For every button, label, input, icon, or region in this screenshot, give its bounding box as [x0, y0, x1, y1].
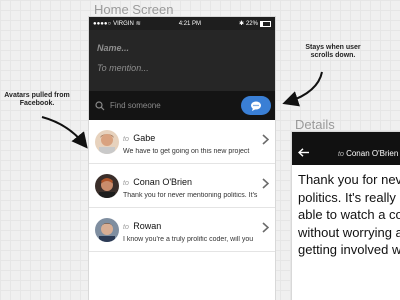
- details-screen-phone: to Conan O'Brien Thank you for never pol…: [292, 132, 400, 300]
- message-line: without worrying ab: [298, 224, 400, 240]
- to-label: to: [338, 151, 344, 158]
- contact-name: Conan O'Brien: [346, 149, 399, 158]
- message-body: Thank you for never politics. It's reall…: [292, 165, 400, 265]
- message-line: politics. It's really n: [298, 189, 400, 205]
- message-line: Thank you for never: [298, 172, 400, 187]
- avatars-arrow: [41, 116, 88, 149]
- message-line: able to watch a co: [298, 207, 400, 223]
- back-arrow-icon[interactable]: [298, 148, 310, 157]
- stays-arrow: [282, 71, 323, 107]
- message-line: getting involved wit: [298, 242, 400, 258]
- details-header: to Conan O'Brien: [292, 132, 400, 165]
- details-title: to Conan O'Brien: [338, 149, 398, 158]
